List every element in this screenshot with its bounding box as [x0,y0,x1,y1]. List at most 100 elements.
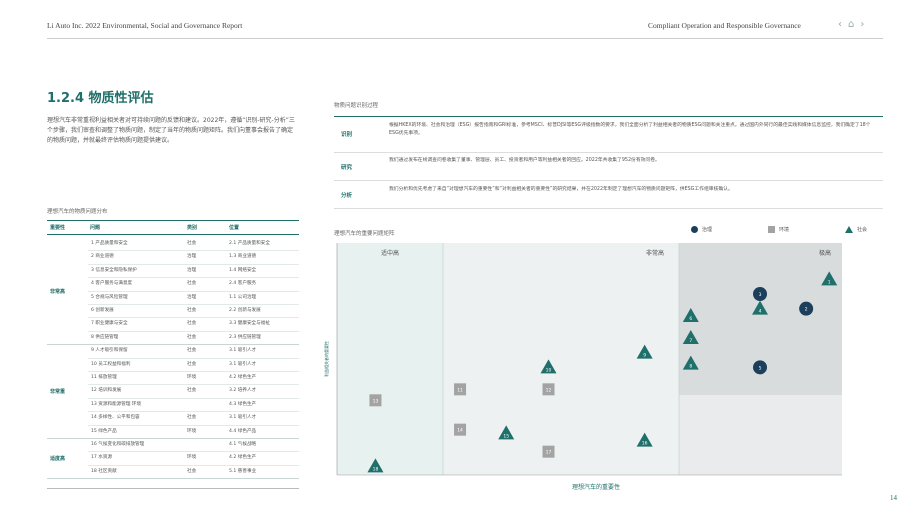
square-icon [768,226,775,233]
issue-cell: 2 商业道德 [91,254,114,260]
matrix-point-label: 15 [503,433,509,439]
process-step-analyze: 分析 我们分析和优先考虑了来自“对理想汽车的重要性”和“对利益相关者的重要性”的… [334,181,883,207]
matrix-point-label: 10 [546,367,552,373]
importance-group-label: 适度高 [50,456,66,463]
zone-label-moderate: 适中高 [381,249,399,257]
location-cell: 2.2 创新与发展 [229,308,261,313]
matrix-point-label: 13 [373,398,379,404]
category-cell: 环境 [187,375,197,380]
next-page-icon[interactable]: › [860,19,864,30]
legend-environment: 环境 [768,226,789,233]
col-header-location: 位置 [229,225,240,231]
step-text: 根据HKEX的环境、社会和治理（ESG）报告指南和GRI标准，参考MSCI、标普… [389,123,871,136]
section-header: Compliant Operation and Responsible Gove… [648,21,801,30]
row-divider [88,277,299,279]
group-divider [47,344,299,346]
category-cell: 社会 [187,348,197,354]
row-divider [88,330,299,332]
category-cell: 环境 [187,455,197,461]
row-divider [88,263,299,265]
issue-cell: 10 员工权益和福利 [91,361,131,367]
row-divider [88,371,299,372]
location-cell: 3.3 健康安全与福祉 [229,321,270,327]
home-icon[interactable]: ⌂ [848,19,854,30]
matrix-point-label: 3 [759,292,762,298]
category-cell: 社会 [187,361,197,367]
legend-social: 社会 [845,226,867,233]
location-cell: 4.4 绿色产品 [229,428,257,434]
location-cell: 1.4 网络安全 [229,267,257,273]
location-cell: 1.3 商业道德 [229,254,257,260]
category-cell: 社会 [187,334,197,340]
page-nav: ‹ ⌂ › [838,19,864,30]
location-cell: 4.2 绿色生产 [229,375,257,380]
row-divider [88,464,299,466]
process-top-rule [334,116,883,117]
table-bottom-rule [47,488,299,489]
matrix-point-label: 14 [457,428,463,434]
process-step-identify: 识别 根据HKEX的环境、社会和治理（ESG）报告指南和GRI标准，参考MSCI… [334,118,883,152]
matrix-point-label: 11 [457,387,463,393]
row-divider [88,411,299,413]
col-header-importance: 重要性 [50,225,66,231]
group-divider [47,478,299,480]
category-cell: 社会 [187,468,197,474]
issue-cell: 12 培训和发展 [91,388,122,394]
row-divider [88,397,299,399]
matrix-point-label: 17 [546,450,552,456]
category-cell: 治理 [187,267,197,273]
category-cell: 治理 [187,294,197,300]
importance-group-label: 非常重 [50,389,66,396]
issue-cell: 14 多样性、公平和包容 [91,415,140,421]
matrix-point-label: 7 [689,338,692,344]
prev-page-icon[interactable]: ‹ [838,19,842,30]
issue-cell: 3 信息安全和隐私保护 [91,267,137,273]
step-text: 我们通过发布在线调查问卷收集了董事、管理层、员工、投资者和用户等利益相关者的回应… [389,158,660,163]
category-cell: 社会 [187,241,197,246]
issue-cell: 6 创新发展 [91,308,114,313]
triangle-icon [845,226,853,233]
intro-paragraph: 理想汽车非常重视利益相关者对可持续问题的反馈和建议。2022年，遵循“识别-研究… [47,117,295,144]
matrix-point-label: 1 [828,279,831,285]
row-divider [88,304,299,305]
location-cell: 3.1 吸引人才 [229,415,257,421]
issue-cell: 4 客户服务与满意度 [91,281,133,287]
matrix-point-label: 4 [759,309,762,315]
row-divider [88,250,299,252]
zone-label-extreme: 极高 [819,249,831,257]
category-cell: 社会 [187,321,197,327]
matrix-point-label: 2 [805,307,808,313]
step-label: 分析 [341,193,353,199]
issue-cell: 8 供应链管理 [91,334,119,340]
issue-cell: 16 气候变化和碳排放管理 [91,442,145,447]
materiality-table: 重要性 问题 类别 位置 1 产品质量和安全 社会 2.1 产品质量和安全 2 商业道… [47,220,299,486]
chart-title: 理想汽车的重要问题矩阵 [334,231,395,237]
process-bottom-rule [334,208,883,209]
matrix-point-label: 5 [759,365,762,371]
process-caption: 物质问题识别过程 [334,103,379,109]
issue-cell: 9 人才吸引和保留 [91,348,128,354]
category-cell: 社会 [187,415,197,421]
location-cell: 2.4 客户服务 [229,281,257,287]
x-axis-label: 理想汽车的重要性 [572,484,621,491]
location-cell: 4.2 绿色生产 [229,455,257,461]
table-caption: 理想汽车的物质问题分布 [47,209,108,215]
step-label: 识别 [341,132,353,138]
issue-cell: 1 产品质量和安全 [91,241,128,246]
matrix-point-label: 18 [373,466,379,472]
matrix-point-label: 8 [689,364,692,370]
header-underline [47,234,299,235]
category-cell: 治理 [187,254,197,260]
legend-label: 社会 [857,227,868,233]
col-header-issue: 问题 [90,225,101,231]
issue-cell: 7 职业健康与安全 [91,321,128,327]
y-axis-label: 利益相关者的重要性 [323,341,329,377]
row-divider [88,384,299,386]
legend-label: 环境 [779,227,790,233]
matrix-point-label: 16 [642,441,648,447]
circle-icon [691,226,698,233]
section-title: 1.2.4 物质性评估 [47,91,154,106]
page-number: 14 [890,494,897,502]
issue-cell: 17 水资源 [91,455,113,461]
location-cell: 1.1 公司治理 [229,294,257,300]
